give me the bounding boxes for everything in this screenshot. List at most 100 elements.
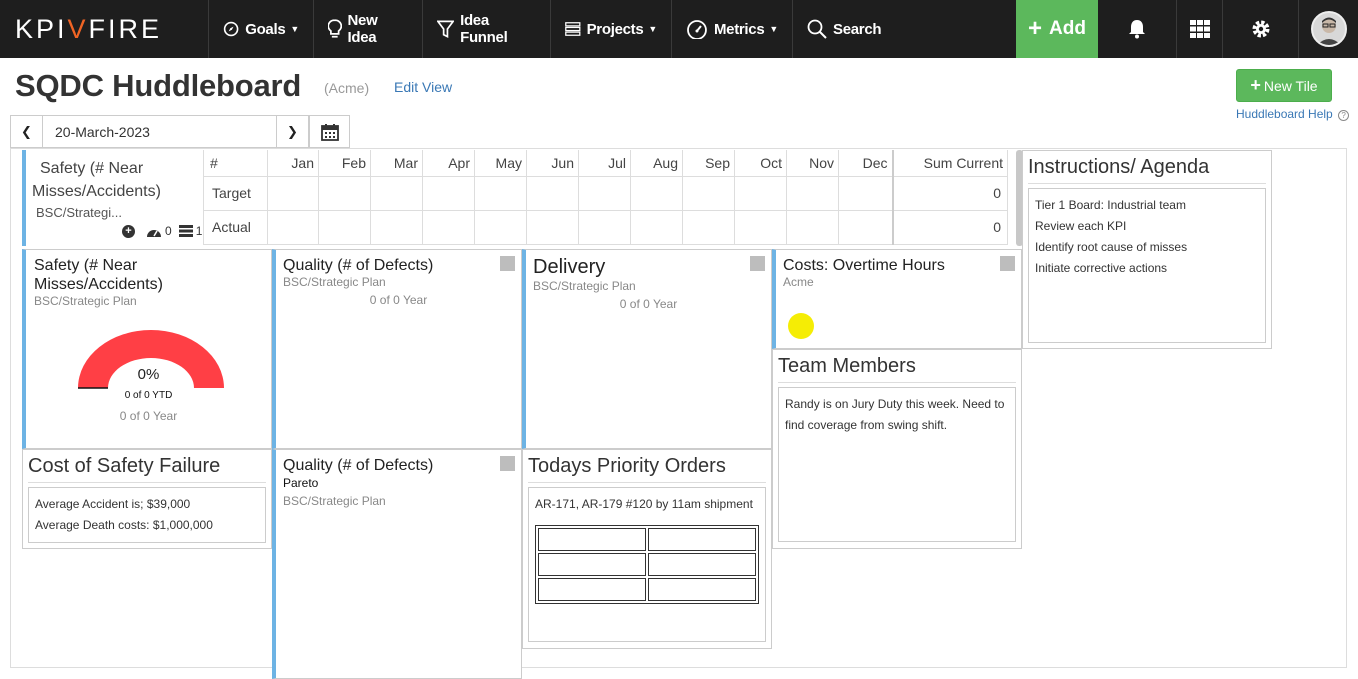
- costs-subtitle: Acme: [783, 275, 814, 289]
- calendar-button[interactable]: [309, 115, 350, 148]
- tile-status-square[interactable]: [1000, 256, 1015, 271]
- cost-failure-title: Cost of Safety Failure: [28, 455, 266, 483]
- nav-projects[interactable]: Projects ▼: [551, 0, 672, 58]
- nav-new-idea[interactable]: New Idea: [314, 0, 423, 58]
- tile-status-square[interactable]: [500, 456, 515, 471]
- search-icon: [807, 19, 827, 39]
- gear-icon: [1252, 20, 1269, 38]
- nav-idea-funnel[interactable]: Idea Funnel: [423, 0, 551, 58]
- funnel-icon: [437, 20, 455, 38]
- quality-pareto-subtitle: BSC/Strategic Plan: [283, 494, 386, 508]
- cost-line: Average Death costs: $1,000,000: [35, 518, 213, 532]
- calendar-icon: [320, 123, 339, 141]
- logo-text-right: FIRE: [88, 13, 163, 44]
- bell-icon: [1129, 20, 1145, 39]
- plus-icon: +: [1250, 75, 1261, 95]
- nav-search[interactable]: Search: [793, 0, 895, 58]
- kpifire-logo[interactable]: KPI V FIRE: [0, 0, 209, 58]
- edit-view-link[interactable]: Edit View: [394, 79, 452, 95]
- lightbulb-icon: [328, 19, 342, 38]
- nav-metrics[interactable]: Metrics ▼: [672, 0, 793, 58]
- plus-circle-icon[interactable]: +: [122, 224, 135, 238]
- avatar: [1310, 11, 1347, 47]
- question-circle-icon: ?: [1338, 110, 1350, 121]
- orders-text: AR-171, AR-179 #120 by 11am shipment: [535, 497, 753, 511]
- gauge-ytd: 0 of 0 YTD: [124, 390, 173, 401]
- logo-flame: V: [67, 13, 89, 44]
- projects-list-icon: [565, 22, 581, 36]
- target-sum-cell: 0: [891, 175, 1008, 211]
- cost-failure-note: Average Accident is; $39,000 Average Dea…: [28, 487, 266, 543]
- user-avatar-button[interactable]: [1298, 0, 1358, 58]
- instructions-note: Tier 1 Board: Industrial team Review eac…: [1028, 188, 1266, 343]
- user-face-icon: [1316, 17, 1341, 45]
- priority-orders-title: Todays Priority Orders: [528, 455, 766, 483]
- chevron-right-icon: ❯: [287, 123, 298, 139]
- pareto-label: Pareto: [283, 476, 319, 490]
- new-tile-button[interactable]: + New Tile: [1236, 69, 1332, 102]
- agenda-line: Tier 1 Board: Industrial team: [1035, 198, 1186, 212]
- safety-gauge-subtitle: BSC/Strategic Plan: [34, 294, 137, 308]
- delivery-title: Delivery: [533, 256, 606, 278]
- month-header: Feb: [318, 150, 371, 177]
- month-header: Sep: [682, 150, 735, 177]
- month-header: Apr: [422, 150, 475, 177]
- caret-down-icon: ▼: [290, 24, 299, 34]
- safety-table-subtitle: BSC/Strategi...: [36, 205, 122, 220]
- priority-orders-tile[interactable]: Todays Priority Orders AR-171, AR-179 #1…: [522, 449, 772, 649]
- org-label: (Acme): [324, 80, 370, 96]
- quality-subtitle: BSC/Strategic Plan: [283, 275, 386, 289]
- actual-row-label: Actual: [203, 209, 268, 245]
- safety-gauge-title: Safety (# Near Misses/Accidents): [34, 257, 163, 293]
- cost-safety-failure-tile[interactable]: Cost of Safety Failure Average Accident …: [22, 449, 272, 549]
- safety-table-title: Safety (# Near Misses/Accidents): [32, 160, 161, 200]
- month-header: Jul: [578, 150, 631, 177]
- safety-monthly-table: # Jan Feb Mar Apr May Jun Jul Aug Sep Oc…: [203, 150, 1008, 245]
- safety-gauge-tile[interactable]: Safety (# Near Misses/Accidents) BSC/Str…: [22, 249, 272, 449]
- month-header: May: [474, 150, 527, 177]
- quality-pareto-tile[interactable]: Quality (# of Defects) Pareto BSC/Strate…: [272, 449, 522, 679]
- logo-text-left: KPI: [15, 13, 68, 44]
- list-icon: [178, 225, 193, 237]
- instructions-tile[interactable]: Instructions/ Agenda Tier 1 Board: Indus…: [1022, 150, 1272, 349]
- tile-status-square[interactable]: [750, 256, 765, 271]
- apps-grid-button[interactable]: [1176, 0, 1222, 58]
- nav-goals[interactable]: Goals ▼: [209, 0, 314, 58]
- month-header: Jun: [526, 150, 579, 177]
- date-input[interactable]: 20-March-2023: [43, 115, 276, 148]
- agenda-line: Review each KPI: [1035, 219, 1127, 233]
- instructions-title: Instructions/ Agenda: [1028, 156, 1266, 184]
- add-button[interactable]: + Add: [1016, 0, 1098, 58]
- target-row-label: Target: [203, 175, 268, 211]
- delivery-tile[interactable]: Delivery BSC/Strategic Plan 0 of 0 Year: [522, 249, 772, 449]
- costs-overtime-tile[interactable]: Costs: Overtime Hours Acme: [772, 249, 1022, 349]
- agenda-line: Initiate corrective actions: [1035, 261, 1168, 275]
- team-members-tile[interactable]: Team Members Randy is on Jury Duty this …: [772, 349, 1022, 549]
- month-header: Jan: [267, 150, 319, 177]
- date-navigator: ❮ 20-March-2023 ❯: [10, 115, 350, 148]
- huddleboard-help-link[interactable]: Huddleboard Help ?: [1236, 107, 1350, 121]
- costs-title: Costs: Overtime Hours: [783, 257, 945, 274]
- quality-defects-tile[interactable]: Quality (# of Defects) BSC/Strategic Pla…: [272, 249, 522, 449]
- priority-orders-note: AR-171, AR-179 #120 by 11am shipment: [528, 487, 766, 642]
- previous-date-button[interactable]: ❮: [10, 115, 43, 148]
- settings-button[interactable]: [1222, 0, 1298, 58]
- orders-grid: [535, 525, 759, 604]
- actual-sum-cell: 0: [891, 209, 1008, 245]
- grid-icon: [1189, 20, 1210, 38]
- notifications-button[interactable]: [1098, 0, 1176, 58]
- plus-icon: +: [1028, 15, 1043, 42]
- quality-pareto-title: Quality (# of Defects): [283, 457, 434, 474]
- safety-table-tile[interactable]: Safety (# Near Misses/Accidents) BSC/Str…: [22, 150, 1023, 246]
- gauge-percent: 0%: [137, 366, 160, 383]
- next-date-button[interactable]: ❯: [276, 115, 309, 148]
- tile-status-square[interactable]: [500, 256, 515, 271]
- top-navbar: KPI V FIRE Goals ▼ New Idea Idea Funnel Pro…: [0, 0, 1358, 58]
- month-header: Mar: [370, 150, 423, 177]
- month-header: Dec: [838, 150, 893, 177]
- safety-table-stats: + 0 1: [122, 224, 202, 238]
- team-members-note: Randy is on Jury Duty this week. Need to…: [778, 387, 1016, 542]
- agenda-line: Identify root cause of misses: [1035, 240, 1188, 254]
- month-header: Aug: [630, 150, 683, 177]
- team-members-title: Team Members: [778, 355, 1016, 383]
